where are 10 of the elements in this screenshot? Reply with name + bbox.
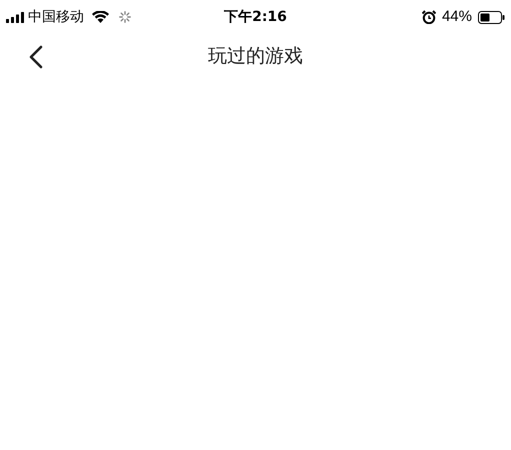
battery-icon xyxy=(478,10,505,24)
signal-icon xyxy=(6,12,24,22)
alarm-icon xyxy=(422,10,436,24)
page-title: 玩过的游戏 xyxy=(208,44,303,69)
battery-percent: 44% xyxy=(442,6,472,27)
back-icon xyxy=(29,45,43,69)
status-time: 下午2:16 xyxy=(224,8,287,26)
carrier-name: 中国移动 xyxy=(28,8,84,26)
loading-icon xyxy=(119,11,131,23)
wifi-icon xyxy=(92,11,109,23)
